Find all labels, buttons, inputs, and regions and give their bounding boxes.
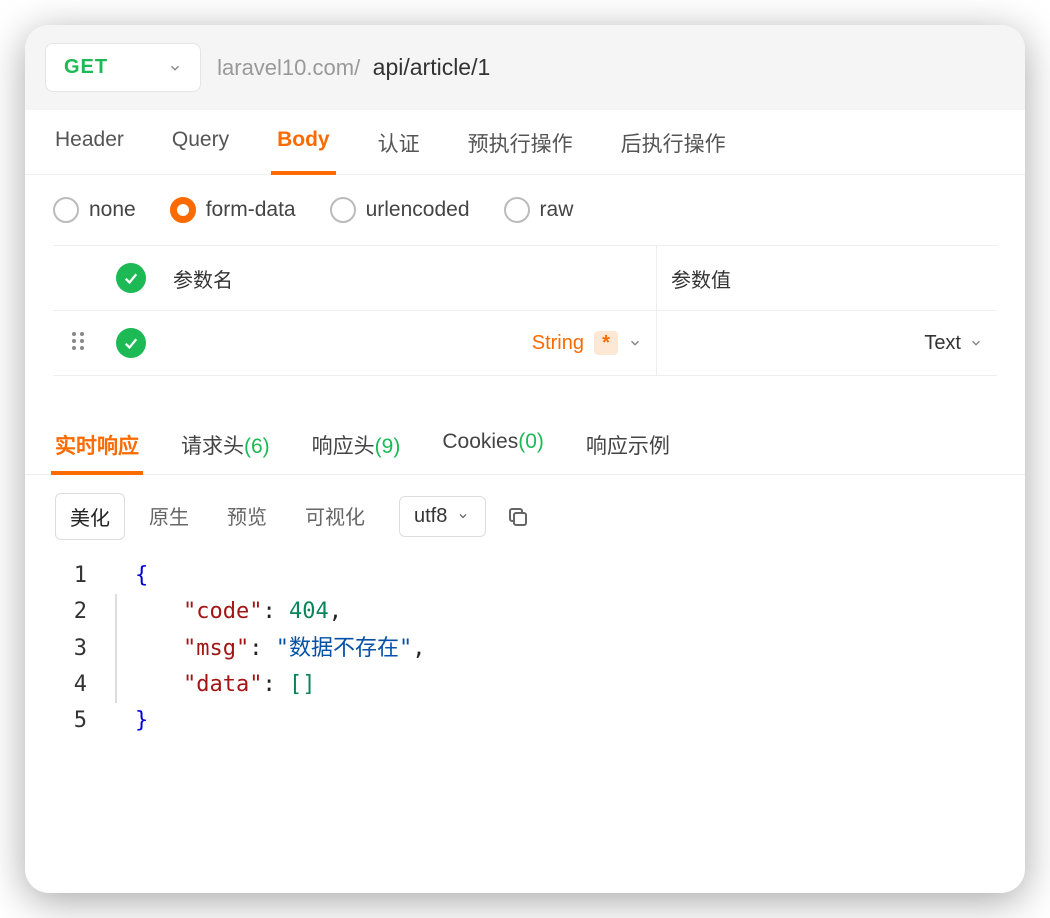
params-table: 参数名 参数值 String bbox=[53, 245, 997, 376]
checkmark-icon bbox=[116, 263, 146, 293]
response-tab-label: 响应示例 bbox=[586, 435, 670, 458]
param-value-header: 参数值 bbox=[657, 246, 997, 310]
response-section: 实时响应 请求头(6) 响应头(9) Cookies(0) 响应示例 美化原生预览可视化… bbox=[25, 416, 1025, 893]
response-tab-响应头[interactable]: 响应头(9) bbox=[312, 416, 401, 474]
method-label: GET bbox=[64, 56, 108, 79]
code-content: "code": 404, bbox=[135, 594, 342, 630]
params-row: String * Text bbox=[53, 311, 997, 375]
view-mode-预览[interactable]: 预览 bbox=[213, 493, 281, 540]
line-number: 4 bbox=[55, 667, 115, 703]
view-mode-可视化[interactable]: 可视化 bbox=[291, 493, 379, 540]
response-tab-label: 请求头 bbox=[181, 435, 244, 458]
radio-icon bbox=[53, 197, 79, 223]
encoding-select[interactable]: utf8 bbox=[399, 496, 486, 537]
tab-认证[interactable]: 认证 bbox=[378, 128, 420, 174]
line-number: 2 bbox=[55, 594, 115, 630]
response-tab-响应示例[interactable]: 响应示例 bbox=[586, 416, 670, 474]
code-line: 4 "data": [] bbox=[55, 667, 995, 703]
param-value-cell[interactable]: Text bbox=[657, 311, 997, 375]
body-type-none[interactable]: none bbox=[53, 197, 136, 223]
radio-label: raw bbox=[540, 198, 574, 222]
code-line: 1{ bbox=[55, 558, 995, 594]
code-content: } bbox=[135, 703, 148, 739]
response-tab-count: (0) bbox=[518, 430, 544, 453]
chevron-down-icon bbox=[969, 336, 983, 350]
check-all[interactable] bbox=[103, 263, 159, 293]
param-name-cell[interactable]: String * bbox=[159, 311, 657, 375]
tab-后执行操作[interactable]: 后执行操作 bbox=[621, 128, 726, 174]
response-tab-label: 响应头 bbox=[312, 435, 375, 458]
chevron-down-icon bbox=[628, 336, 642, 350]
body-type-form-data[interactable]: form-data bbox=[170, 197, 296, 223]
body-type-raw[interactable]: raw bbox=[504, 197, 574, 223]
url-bar[interactable]: laravel10.com/ api/article/1 bbox=[217, 54, 490, 81]
chevron-down-icon bbox=[168, 61, 182, 75]
tab-query[interactable]: Query bbox=[172, 128, 229, 174]
response-tab-label: Cookies bbox=[442, 430, 518, 453]
response-tab-count: (6) bbox=[244, 435, 270, 458]
response-tab-count: (9) bbox=[375, 435, 401, 458]
code-line: 3 "msg": "数据不存在", bbox=[55, 631, 995, 667]
param-name-header: 参数名 bbox=[159, 246, 657, 310]
param-type-label: String bbox=[532, 332, 584, 355]
url-host: laravel10.com/ bbox=[217, 55, 360, 80]
radio-icon bbox=[170, 197, 196, 223]
radio-label: form-data bbox=[206, 198, 296, 222]
response-tab-Cookies[interactable]: Cookies(0) bbox=[442, 416, 544, 474]
chevron-down-icon bbox=[457, 510, 471, 524]
drag-dots-icon bbox=[70, 330, 86, 356]
main-tabs: Header Query Body 认证 预执行操作 后执行操作 bbox=[25, 110, 1025, 175]
radio-icon bbox=[330, 197, 356, 223]
response-tab-请求头[interactable]: 请求头(6) bbox=[181, 416, 270, 474]
drag-handle[interactable] bbox=[53, 330, 103, 356]
tab-header[interactable]: Header bbox=[55, 128, 124, 174]
body-type-radios: none form-data urlencoded raw bbox=[25, 175, 1025, 245]
request-bar: GET laravel10.com/ api/article/1 bbox=[25, 25, 1025, 110]
encoding-label: utf8 bbox=[414, 505, 447, 528]
value-type-label: Text bbox=[924, 332, 961, 355]
copy-icon[interactable] bbox=[506, 505, 530, 529]
line-number: 5 bbox=[55, 703, 115, 739]
value-type-select[interactable]: Text bbox=[924, 332, 983, 355]
row-check[interactable] bbox=[103, 328, 159, 358]
tab-body[interactable]: Body bbox=[277, 128, 330, 174]
params-header-row: 参数名 参数值 bbox=[53, 246, 997, 311]
response-tabs: 实时响应 请求头(6) 响应头(9) Cookies(0) 响应示例 bbox=[25, 416, 1025, 475]
code-content: "msg": "数据不存在", bbox=[135, 631, 425, 667]
code-line: 2 "code": 404, bbox=[55, 594, 995, 630]
param-type-select[interactable]: String * bbox=[532, 331, 642, 355]
code-content: "data": [] bbox=[135, 667, 315, 703]
line-number: 1 bbox=[55, 558, 115, 594]
url-path: api/article/1 bbox=[373, 54, 491, 80]
checkmark-icon bbox=[116, 328, 146, 358]
method-select[interactable]: GET bbox=[45, 43, 201, 92]
required-badge: * bbox=[594, 331, 618, 355]
code-content: { bbox=[135, 558, 148, 594]
radio-icon bbox=[504, 197, 530, 223]
body-type-urlencoded[interactable]: urlencoded bbox=[330, 197, 470, 223]
view-toolbar: 美化原生预览可视化 utf8 bbox=[25, 475, 1025, 558]
api-client-window: GET laravel10.com/ api/article/1 Header Q… bbox=[25, 25, 1025, 893]
tab-预执行操作[interactable]: 预执行操作 bbox=[468, 128, 573, 174]
view-mode-美化[interactable]: 美化 bbox=[55, 493, 125, 540]
radio-label: none bbox=[89, 198, 136, 222]
radio-label: urlencoded bbox=[366, 198, 470, 222]
response-tab-label: 实时响应 bbox=[55, 435, 139, 458]
view-mode-原生[interactable]: 原生 bbox=[135, 493, 203, 540]
line-number: 3 bbox=[55, 631, 115, 667]
code-line: 5} bbox=[55, 703, 995, 739]
response-body[interactable]: 1{2"code": 404,3"msg": "数据不存在",4"data": … bbox=[25, 558, 1025, 759]
response-tab-实时响应[interactable]: 实时响应 bbox=[55, 416, 139, 474]
